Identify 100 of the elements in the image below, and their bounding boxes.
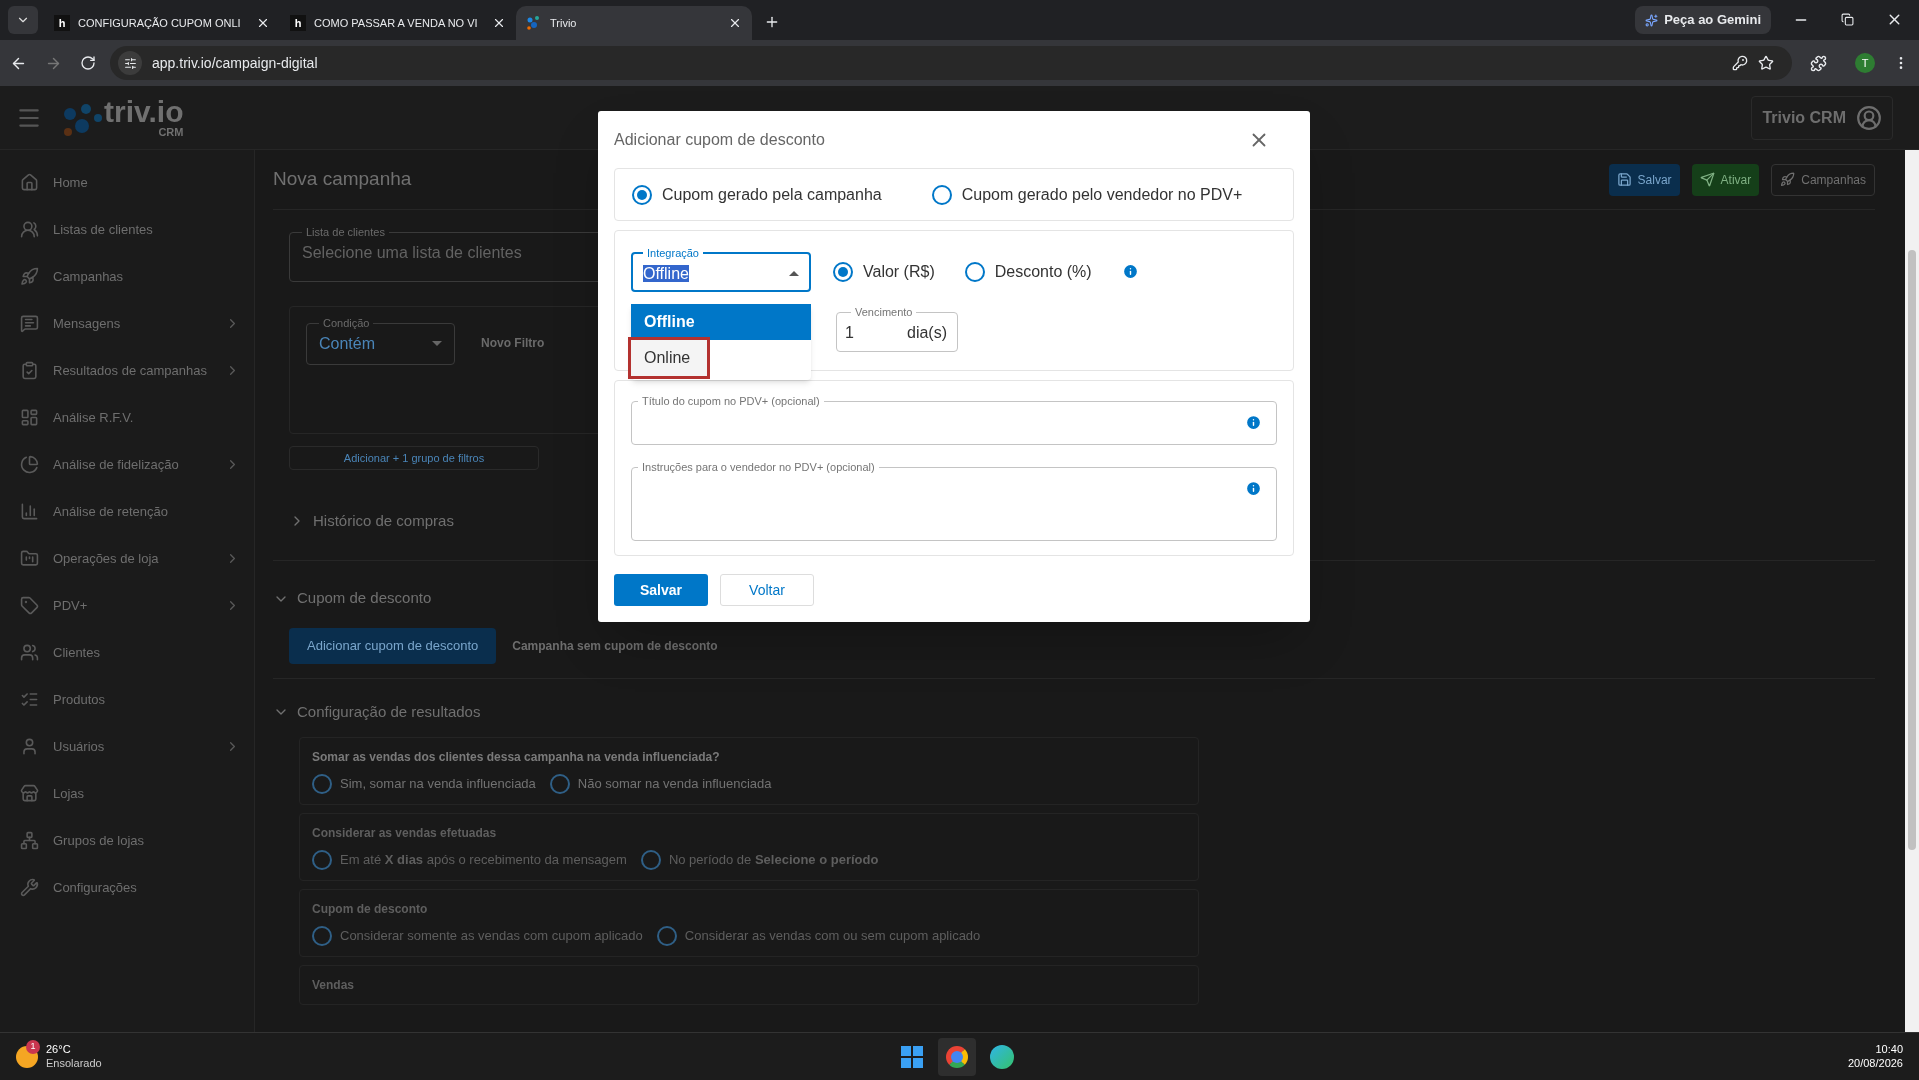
radio-label: Sim, somar na venda influenciada	[340, 775, 536, 793]
tab-title: Trivio	[550, 15, 578, 31]
group-title: Vendas	[312, 976, 356, 994]
sidebar-item[interactable]: Análise de retenção	[0, 488, 254, 535]
add-filter-group-button[interactable]: Adicionar + 1 grupo de filtros	[289, 446, 539, 470]
field-label: Vencimento	[854, 305, 914, 320]
sidebar-item[interactable]: Usuários	[0, 723, 254, 770]
site-settings-icon[interactable]	[123, 56, 137, 70]
page-title: Nova campanha	[273, 167, 412, 192]
restore-icon[interactable]	[1841, 13, 1854, 26]
sidebar-item[interactable]: Home	[0, 159, 254, 206]
user-menu-button[interactable]: Trivio CRM	[1751, 95, 1893, 140]
windows-start-icon[interactable]	[900, 1044, 924, 1069]
radio-label: Desconto (%)	[994, 261, 1092, 282]
favicon: h	[290, 15, 306, 31]
field-label: Integração	[646, 246, 700, 261]
coupon-note: Campanha sem cupom de desconto	[512, 637, 718, 655]
home-icon	[20, 173, 39, 192]
radio-button[interactable]	[931, 184, 952, 205]
radio-button[interactable]	[964, 261, 985, 282]
reload-icon[interactable]	[80, 55, 96, 71]
rocket-icon	[20, 267, 39, 286]
extensions-icon[interactable]	[1810, 54, 1827, 72]
close-icon[interactable]	[728, 16, 742, 30]
sidebar-item[interactable]: Campanhas	[0, 253, 254, 300]
action-button[interactable]: Salvar	[1608, 163, 1680, 196]
tab-title: CONFIGURAÇÃO CUPOM ONLI	[78, 15, 242, 31]
sidebar-item[interactable]: Resultados de campanhas	[0, 347, 254, 394]
close-icon[interactable]	[256, 16, 270, 30]
placeholder-text: Selecione uma lista de clientes	[302, 243, 522, 261]
close-icon[interactable]	[492, 16, 506, 30]
checklist-icon	[20, 361, 39, 380]
dots-logo-icon	[526, 15, 542, 31]
field-label: Instruções para o vendedor no PDV+ (opcional)	[641, 460, 876, 475]
message-icon	[20, 314, 39, 333]
browser-tab[interactable]: Trivio	[516, 6, 752, 40]
field-label: Título do cupom no PDV+ (opcional)	[641, 394, 821, 409]
browser-tab[interactable]: h COMO PASSAR A VENDA NO VI	[280, 6, 516, 40]
sidebar-item[interactable]: Operações de loja	[0, 535, 254, 582]
sidebar-item[interactable]: Listas de clientes	[0, 206, 254, 253]
group-title: Cupom de desconto	[312, 900, 429, 918]
dropdown-option[interactable]: Online	[631, 340, 707, 376]
field-label: Condição	[322, 316, 371, 331]
send-icon	[1699, 172, 1715, 187]
radio-label: Considerar as vendas com ou sem cupom aplicado	[684, 927, 981, 945]
dropdown-option[interactable]: Offline	[631, 304, 811, 340]
field-value: 1	[845, 322, 855, 343]
new-tab-icon[interactable]	[764, 14, 780, 30]
radio-label: Cupom gerado pela campanha	[662, 184, 882, 205]
sidebar-item[interactable]: Lojas	[0, 770, 254, 817]
sidebar-item[interactable]: Clientes	[0, 629, 254, 676]
sidebar-item[interactable]: Configurações	[0, 864, 254, 911]
key-icon[interactable]	[1732, 55, 1748, 71]
sidebar-item[interactable]: Grupos de lojas	[0, 817, 254, 864]
section-header[interactable]: Cupom de desconto	[273, 587, 432, 610]
radio-label: Não somar na venda influenciada	[577, 775, 772, 793]
pie-chart-icon	[20, 455, 39, 474]
select-value: Offline	[643, 263, 690, 284]
radio-label: Cupom gerado pelo vendedor no PDV+	[961, 184, 1243, 205]
people-icon	[20, 220, 39, 239]
logo-subtitle: CRM	[158, 127, 184, 138]
group-title: Considerar as vendas efetuadas	[312, 824, 498, 842]
address-bar[interactable]: app.triv.io/campaign-digital	[110, 46, 1792, 80]
browser-tab[interactable]: h CONFIGURAÇÃO CUPOM ONLI	[44, 6, 280, 40]
dashboard-icon	[20, 408, 39, 427]
radio-button[interactable]	[549, 773, 570, 794]
info-icon[interactable]	[1121, 263, 1139, 280]
logo-text: triv.io	[104, 97, 184, 127]
purchase-history-header[interactable]: Histórico de compras	[289, 510, 454, 533]
back-button[interactable]: Voltar	[720, 574, 814, 606]
info-icon[interactable]	[1245, 413, 1262, 431]
people-icon	[20, 643, 39, 662]
action-button[interactable]: Ativar	[1691, 163, 1760, 196]
browser-app-icon[interactable]	[938, 1037, 976, 1076]
weather-text: Ensolarado	[46, 1056, 102, 1071]
scrollbar[interactable]	[1905, 150, 1919, 1032]
temperature-text: 26°C	[46, 1042, 72, 1057]
action-button[interactable]: Campanhas	[1771, 163, 1875, 196]
star-icon[interactable]	[1758, 55, 1774, 71]
sidebar-item[interactable]: Produtos	[0, 676, 254, 723]
info-icon[interactable]	[1245, 479, 1262, 497]
unit-text: dia(s)	[907, 322, 947, 343]
radio-button[interactable]	[312, 773, 332, 794]
sidebar-item[interactable]: Análise R.F.V.	[0, 394, 254, 441]
tag-icon	[20, 596, 39, 615]
sidebar-item[interactable]: Mensagens	[0, 300, 254, 347]
sidebar-item[interactable]: PDV+	[0, 582, 254, 629]
new-filter-button[interactable]: Novo Filtro	[481, 334, 545, 352]
add-coupon-button[interactable]: Adicionar cupom de desconto	[289, 627, 497, 664]
save-button[interactable]: Salvar	[614, 574, 708, 606]
radio-button[interactable]	[632, 184, 652, 205]
user-icon	[1856, 104, 1882, 131]
section-header[interactable]: Configuração de resultados	[273, 700, 481, 723]
favicon: h	[54, 15, 70, 31]
list-icon	[20, 690, 39, 709]
profile-avatar[interactable]: T	[1855, 53, 1875, 73]
wrench-icon	[20, 878, 39, 897]
sidebar-item[interactable]: Análise de fidelização	[0, 441, 254, 488]
gemini-button[interactable]: Peça ao Gemini	[1635, 6, 1771, 34]
radio-button[interactable]	[833, 261, 853, 282]
